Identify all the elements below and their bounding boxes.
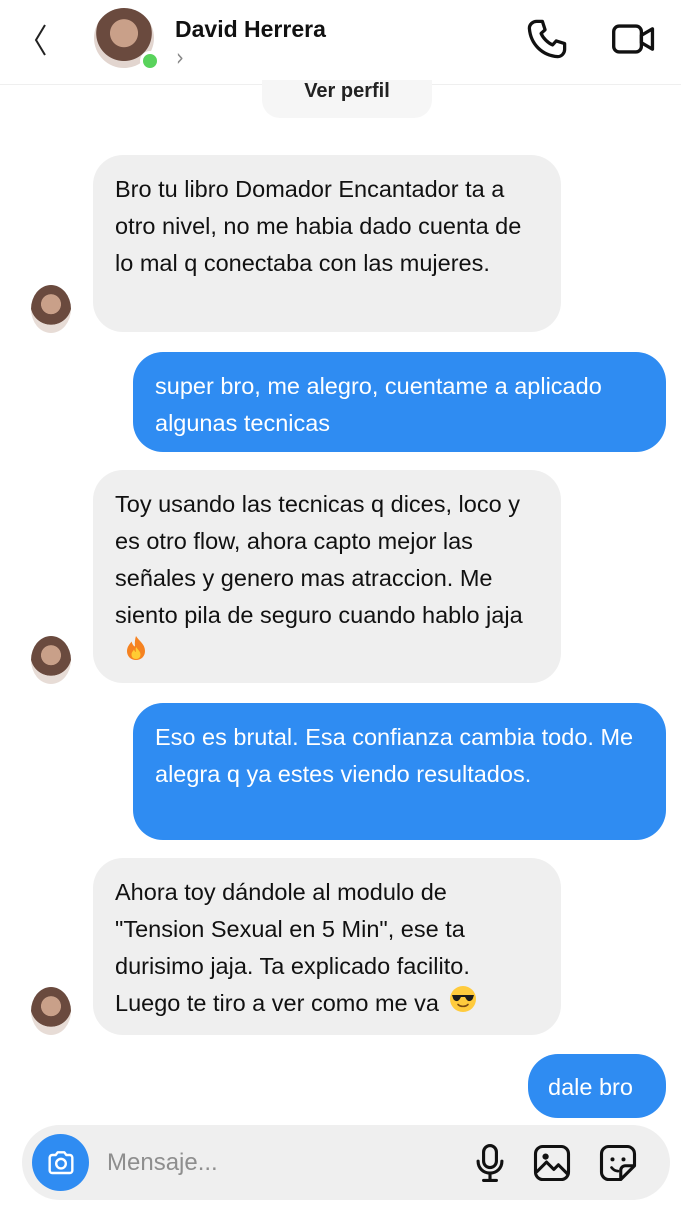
- back-arrow-icon: [34, 24, 46, 56]
- gallery-button[interactable]: [530, 1141, 574, 1185]
- sender-avatar[interactable]: [31, 987, 71, 1035]
- camera-button[interactable]: [32, 1134, 89, 1191]
- message-composer: Mensaje...: [22, 1125, 670, 1200]
- sender-avatar[interactable]: [31, 285, 71, 333]
- message-text: Ahora toy dándole al modulo de "Tension …: [115, 879, 470, 1016]
- message-input[interactable]: Mensaje...: [107, 1149, 218, 1177]
- incoming-message[interactable]: Bro tu libro Domador Encantador ta a otr…: [93, 155, 561, 332]
- online-status-dot: [140, 51, 160, 71]
- video-call-button[interactable]: [610, 16, 658, 62]
- phone-call-button[interactable]: [524, 16, 572, 62]
- phone-icon: [527, 19, 567, 59]
- outgoing-message[interactable]: super bro, me alegro, cuentame a aplicad…: [133, 352, 666, 452]
- incoming-message[interactable]: Ahora toy dándole al modulo de "Tension …: [93, 858, 561, 1035]
- view-profile-button[interactable]: Ver perfil: [262, 80, 432, 118]
- sunglasses-emoji: [449, 985, 477, 1024]
- view-profile-label: Ver perfil: [304, 80, 390, 102]
- message-text: Bro tu libro Domador Encantador ta a otr…: [115, 176, 522, 276]
- outgoing-message[interactable]: dale bro: [528, 1054, 666, 1118]
- outgoing-message[interactable]: Eso es brutal. Esa confianza cambia todo…: [133, 703, 666, 840]
- image-icon: [533, 1144, 571, 1182]
- incoming-message[interactable]: Toy usando las tecnicas q dices, loco y …: [93, 470, 561, 683]
- camera-icon: [47, 1150, 74, 1174]
- fire-emoji: [125, 635, 147, 672]
- voice-message-button[interactable]: [468, 1141, 512, 1185]
- back-button[interactable]: [26, 18, 54, 62]
- message-text: Eso es brutal. Esa confianza cambia todo…: [155, 724, 634, 787]
- sender-avatar[interactable]: [31, 636, 71, 684]
- sticker-icon: [599, 1144, 637, 1182]
- message-text: Toy usando las tecnicas q dices, loco y …: [115, 491, 523, 628]
- microphone-icon: [476, 1144, 504, 1182]
- message-text: super bro, me alegro, cuentame a aplicad…: [155, 373, 602, 436]
- contact-name[interactable]: David Herrera: [175, 16, 326, 43]
- sticker-button[interactable]: [596, 1141, 640, 1185]
- chat-header: David Herrera ›: [0, 0, 681, 85]
- chevron-right-icon[interactable]: ›: [176, 43, 184, 72]
- video-camera-icon: [612, 24, 655, 54]
- message-text: dale bro: [548, 1074, 633, 1100]
